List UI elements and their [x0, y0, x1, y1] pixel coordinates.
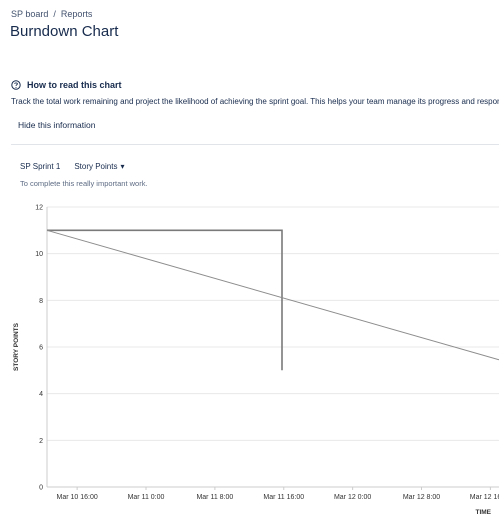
y-tick-label: 8	[39, 298, 43, 305]
guideline-series	[46, 229, 499, 361]
breadcrumb-board-link[interactable]: SP board	[11, 9, 48, 19]
x-tick-label: Mar 11 0:00	[128, 494, 165, 501]
metric-dropdown-label: Story Points	[74, 162, 118, 171]
x-tick-label: Mar 11 16:00	[263, 494, 304, 501]
help-description: Track the total work remaining and proje…	[11, 97, 499, 106]
question-circle-icon	[11, 80, 21, 90]
breadcrumb: SP board / Reports	[11, 9, 92, 19]
metric-dropdown[interactable]: Story Points ▾	[74, 162, 124, 171]
y-tick-label: 10	[35, 251, 43, 258]
sprint-controls: SP Sprint 1 Story Points ▾	[20, 162, 124, 171]
help-heading-text: How to read this chart	[27, 80, 122, 90]
hide-information-link[interactable]: Hide this information	[18, 120, 95, 130]
burndown-chart: 0 2 4 6 8 10 12 Mar 10 16:00 Mar 11 0:00 Mar 11 8…	[13, 205, 499, 516]
sprint-selector[interactable]: SP Sprint 1	[20, 162, 60, 171]
sprint-goal: To complete this really important work.	[20, 179, 148, 188]
y-tick-label: 12	[35, 205, 43, 212]
breadcrumb-separator: /	[53, 9, 56, 19]
y-tick-label: 6	[39, 345, 43, 352]
x-axis-title: TIME	[475, 509, 491, 516]
y-tick-label: 2	[39, 438, 43, 445]
x-tick-label: Mar 12 0:00	[334, 494, 371, 501]
y-axis-title: STORY POINTS	[13, 322, 20, 371]
page-title: Burndown Chart	[10, 23, 119, 40]
divider	[11, 144, 499, 145]
breadcrumb-reports-link[interactable]: Reports	[61, 9, 93, 19]
help-heading: How to read this chart	[11, 80, 122, 90]
chevron-down-icon: ▾	[120, 162, 125, 171]
x-tick-label: Mar 10 16:00	[57, 494, 98, 501]
x-tick-label: Mar 11 8:00	[196, 494, 233, 501]
y-tick-label: 0	[39, 485, 43, 492]
y-tick-label: 4	[39, 391, 43, 398]
x-tick-label: Mar 12 16:00	[470, 494, 499, 501]
x-tick-label: Mar 12 8:00	[403, 494, 440, 501]
